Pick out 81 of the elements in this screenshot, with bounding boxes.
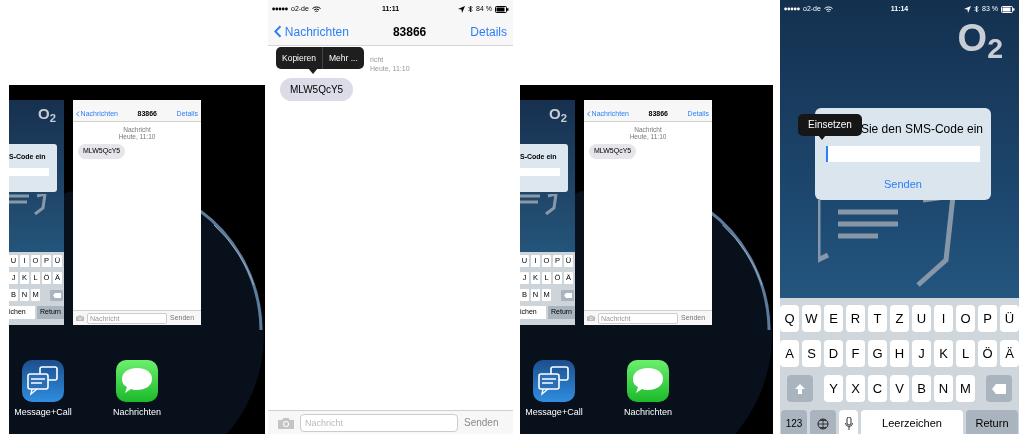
keyboard-key[interactable]: X <box>846 375 865 402</box>
keyboard-key[interactable]: T <box>868 305 887 332</box>
camera-icon[interactable] <box>587 315 595 321</box>
battery-icon <box>1001 5 1015 13</box>
globe-icon <box>817 417 829 430</box>
delete-key[interactable] <box>986 375 1012 402</box>
keyboard-key[interactable]: R <box>846 305 865 332</box>
app-label: Nachrichten <box>624 406 672 419</box>
location-arrow-icon <box>964 5 972 13</box>
keyboard-key[interactable]: Ü <box>1000 305 1019 332</box>
microphone-icon <box>844 417 853 430</box>
return-key[interactable]: Return <box>966 410 1018 434</box>
location-arrow-icon <box>458 5 465 13</box>
keyboard-key[interactable]: Y <box>824 375 843 402</box>
keyboard-key[interactable]: D <box>824 340 843 367</box>
keyboard-key[interactable]: V <box>890 375 909 402</box>
keyboard-key[interactable]: S <box>802 340 821 367</box>
keyboard-key[interactable]: P <box>978 305 997 332</box>
dialog-title: Sie den SMS-Code ein <box>860 121 984 138</box>
keyboard-key[interactable]: M <box>956 375 975 402</box>
code-field[interactable] <box>826 146 980 162</box>
keyboard-key[interactable]: L <box>956 340 975 367</box>
bluetooth-icon <box>468 5 473 13</box>
app-label: Message+Call <box>525 406 583 419</box>
keyboard-key[interactable]: W <box>802 305 821 332</box>
speech-bubble-app-icon[interactable] <box>627 360 669 402</box>
code-field[interactable] <box>520 167 560 176</box>
bluetooth-icon <box>974 5 980 13</box>
signal-icon <box>784 7 800 11</box>
keyboard-key[interactable]: Ö <box>978 340 997 367</box>
keyboard-key[interactable]: Ä <box>1000 340 1019 367</box>
back-chevron-icon[interactable] <box>274 25 282 38</box>
back-link[interactable]: Nachrichten <box>284 22 349 41</box>
shift-icon <box>795 383 805 394</box>
dictation-key[interactable] <box>839 410 858 434</box>
keyboard-key[interactable]: N <box>934 375 953 402</box>
keyboard-key[interactable]: E <box>824 305 843 332</box>
space-key[interactable]: Leerzeichen <box>861 410 963 434</box>
o2-logo: O$_{2}$ <box>549 106 567 122</box>
keyboard-key[interactable]: B <box>912 375 931 402</box>
globe-key[interactable] <box>810 410 836 434</box>
signal-icon <box>272 7 288 11</box>
delete-key[interactable] <box>561 289 574 301</box>
keyboard-key[interactable]: H <box>890 340 909 367</box>
chat-bubbles-app-icon[interactable] <box>22 360 64 402</box>
wifi-icon <box>823 5 833 13</box>
keyboard-key[interactable]: O <box>956 305 975 332</box>
code-field[interactable] <box>9 167 49 176</box>
o2-logo: O$_{2}$ <box>957 18 1003 67</box>
app-label: Nachrichten <box>113 406 161 419</box>
keyboard-key[interactable]: K <box>934 340 953 367</box>
shift-key[interactable] <box>787 375 813 402</box>
keyboard-key[interactable]: A <box>780 340 799 367</box>
chat-bubbles-app-icon[interactable] <box>533 360 575 402</box>
delete-icon <box>992 383 1006 394</box>
back-chevron-icon[interactable] <box>76 111 80 117</box>
o2-logo: O$_{2}$ <box>38 106 56 122</box>
camera-icon[interactable] <box>76 315 84 321</box>
delete-icon <box>563 292 572 298</box>
details-link[interactable]: Details <box>470 22 507 41</box>
back-chevron-icon[interactable] <box>587 111 591 117</box>
numbers-key[interactable]: 123 <box>781 410 807 434</box>
menu-item[interactable]: Kopieren <box>276 47 323 69</box>
delete-key[interactable] <box>50 289 63 301</box>
keyboard-key[interactable]: C <box>868 375 887 402</box>
speech-bubble-app-icon[interactable] <box>116 360 158 402</box>
delete-icon <box>52 292 61 298</box>
app-label: Message+Call <box>14 406 72 419</box>
message-bubble[interactable]: MLW5QcY5 <box>280 78 354 101</box>
keyboard-key[interactable]: Z <box>890 305 909 332</box>
keyboard-key[interactable]: I <box>934 305 953 332</box>
keyboard-key[interactable]: F <box>846 340 865 367</box>
keyboard-key[interactable]: J <box>912 340 931 367</box>
battery-icon <box>495 5 509 13</box>
keyboard-key[interactable]: G <box>868 340 887 367</box>
keyboard-key[interactable]: U <box>912 305 931 332</box>
camera-icon[interactable] <box>278 416 294 429</box>
conversation-title: 83866 <box>392 23 427 41</box>
keyboard-key[interactable]: Q <box>780 305 799 332</box>
menu-item[interactable]: Mehr ... <box>322 47 364 69</box>
wifi-icon <box>311 5 321 13</box>
